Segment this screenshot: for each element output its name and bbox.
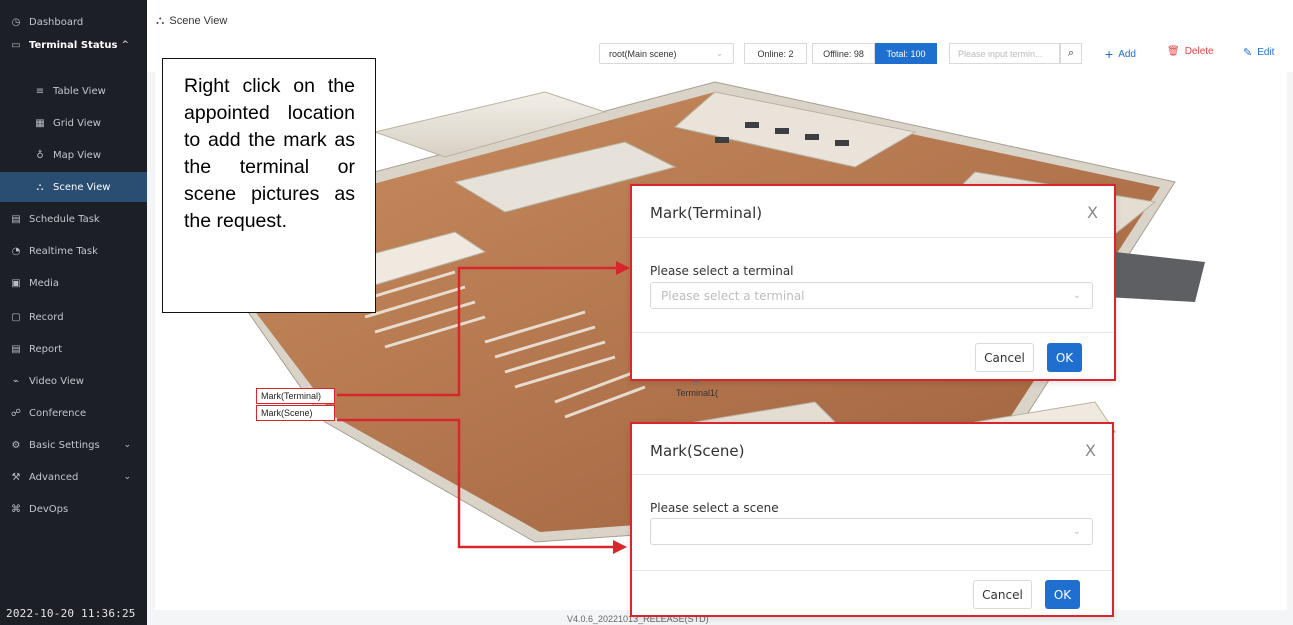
sidebar-item-realtime-task[interactable]: ◔ Realtime Task bbox=[0, 236, 147, 266]
chevron-down-icon: ⌄ bbox=[123, 472, 131, 482]
video-icon: ⌁ bbox=[12, 375, 20, 387]
chevron-down-icon: ⌄ bbox=[123, 440, 131, 450]
gear-icon: ⚙ bbox=[11, 439, 21, 451]
sidebar-item-label: Record bbox=[29, 311, 64, 323]
sidebar-item-terminal-status[interactable]: ▭ Terminal Status ^ bbox=[0, 30, 147, 60]
cancel-button[interactable]: Cancel bbox=[975, 343, 1034, 372]
clock-icon: ◔ bbox=[11, 245, 21, 257]
sidebar-item-media[interactable]: ▣ Media bbox=[0, 268, 147, 298]
total-filter[interactable]: Total: 100 bbox=[875, 43, 937, 64]
scene-icon: ⛬ bbox=[156, 13, 165, 27]
breadcrumb: ⛬ Scene View bbox=[156, 13, 227, 28]
page-title: Scene View bbox=[169, 14, 228, 27]
sidebar-item-label: Dashboard bbox=[29, 16, 84, 28]
sidebar-item-label: Advanced bbox=[29, 471, 79, 483]
sidebar-item-label: Basic Settings bbox=[29, 439, 100, 451]
map-icon: ♁ bbox=[36, 149, 44, 161]
chevron-up-icon: ^ bbox=[121, 40, 129, 50]
sidebar-item-devops[interactable]: ⌘ DevOps bbox=[0, 494, 147, 524]
sidebar-item-advanced[interactable]: ⚒ Advanced ⌄ bbox=[0, 462, 147, 492]
search-input[interactable]: Please input termin... bbox=[949, 43, 1060, 64]
chevron-down-icon: ⌄ bbox=[716, 49, 723, 58]
sidebar-item-label: Grid View bbox=[53, 117, 101, 129]
chevron-down-icon: ⌄ bbox=[1072, 526, 1081, 537]
delete-button-label: Delete bbox=[1184, 46, 1214, 57]
instruction-callout: Right click on the appointed location to… bbox=[162, 58, 376, 313]
media-icon: ▣ bbox=[11, 277, 21, 289]
dashboard-icon: ◷ bbox=[11, 16, 21, 28]
report-icon: ▤ bbox=[11, 343, 21, 355]
sidebar-item-grid-view[interactable]: ▦ Grid View bbox=[0, 108, 147, 138]
sidebar-item-conference[interactable]: ☍ Conference bbox=[0, 398, 147, 428]
dialog-divider bbox=[632, 332, 1114, 333]
search-icon[interactable]: ⌕ bbox=[1060, 43, 1082, 64]
calendar-icon: ▤ bbox=[11, 213, 21, 225]
terminal-select[interactable]: Please select a terminal ⌄ bbox=[650, 282, 1093, 309]
sidebar-item-label: Scene View bbox=[53, 181, 111, 193]
delete-button[interactable]: 🗑 Delete bbox=[1167, 46, 1214, 57]
sidebar-item-table-view[interactable]: ≡ Table View bbox=[0, 76, 147, 106]
add-button-label: Add bbox=[1118, 48, 1136, 60]
context-menu-mark-terminal[interactable]: Mark(Terminal) bbox=[256, 388, 335, 404]
scene-field-label: Please select a scene bbox=[650, 501, 779, 515]
sidebar-item-label: Realtime Task bbox=[29, 245, 98, 257]
scene-select[interactable]: root(Main scene) ⌄ bbox=[599, 43, 734, 64]
terminal-select-placeholder: Please select a terminal bbox=[661, 288, 805, 303]
online-filter[interactable]: Online: 2 bbox=[744, 43, 807, 64]
edit-button-label: Edit bbox=[1257, 47, 1275, 58]
dialog-divider bbox=[632, 237, 1114, 238]
dialog-divider bbox=[632, 474, 1112, 475]
terminal-field-label: Please select a terminal bbox=[650, 264, 794, 278]
list-icon: ≡ bbox=[35, 85, 45, 97]
sidebar-item-schedule-task[interactable]: ▤ Schedule Task bbox=[0, 204, 147, 234]
scene-select[interactable]: ⌄ bbox=[650, 518, 1093, 545]
dialog-divider bbox=[632, 570, 1112, 571]
sidebar-item-label: Report bbox=[29, 343, 63, 355]
advanced-icon: ⚒ bbox=[11, 471, 21, 483]
sidebar-item-label: Video View bbox=[29, 375, 84, 387]
context-menu-mark-scene[interactable]: Mark(Scene) bbox=[256, 405, 335, 421]
datetime-display: 2022-10-20 11:36:25 bbox=[6, 607, 136, 620]
dialog-title: Mark(Scene) bbox=[650, 442, 745, 460]
ok-button[interactable]: OK bbox=[1047, 343, 1082, 372]
cancel-button[interactable]: Cancel bbox=[973, 580, 1032, 609]
devops-icon: ⌘ bbox=[11, 503, 21, 515]
sidebar-item-scene-view[interactable]: ⛬ Scene View bbox=[0, 172, 147, 202]
sidebar-item-label: Map View bbox=[53, 149, 102, 161]
sidebar-item-label: Media bbox=[29, 277, 60, 289]
mark-scene-dialog: Mark(Scene) X Please select a scene ⌄ Ca… bbox=[630, 422, 1114, 617]
sidebar: ◷ Dashboard ▭ Terminal Status ^ ≡ Table View… bbox=[0, 0, 147, 625]
sidebar-item-report[interactable]: ▤ Report bbox=[0, 334, 147, 364]
edit-icon: ✎ bbox=[1243, 47, 1253, 59]
terminal-marker-label: Terminal1( bbox=[676, 388, 719, 398]
edit-button[interactable]: ✎ Edit bbox=[1243, 46, 1274, 59]
mark-terminal-dialog: Mark(Terminal) X Please select a termina… bbox=[630, 184, 1116, 381]
sidebar-item-label: Conference bbox=[29, 407, 87, 419]
sidebar-item-record[interactable]: ▢ Record bbox=[0, 302, 147, 332]
dialog-title: Mark(Terminal) bbox=[650, 204, 763, 222]
record-icon: ▢ bbox=[11, 311, 21, 323]
sidebar-item-label: Table View bbox=[53, 85, 106, 97]
grid-icon: ▦ bbox=[35, 117, 45, 129]
scene-icon: ⛬ bbox=[36, 181, 44, 193]
close-icon[interactable]: X bbox=[1087, 203, 1098, 222]
offline-filter[interactable]: Offline: 98 bbox=[812, 43, 875, 64]
sidebar-item-video-view[interactable]: ⌁ Video View bbox=[0, 366, 147, 396]
sidebar-item-map-view[interactable]: ♁ Map View bbox=[0, 140, 147, 170]
ok-button[interactable]: OK bbox=[1045, 580, 1080, 609]
close-icon[interactable]: X bbox=[1085, 441, 1096, 460]
sidebar-item-basic-settings[interactable]: ⚙ Basic Settings ⌄ bbox=[0, 430, 147, 460]
plus-icon: + bbox=[1105, 46, 1114, 62]
trash-icon: 🗑 bbox=[1167, 46, 1180, 57]
sidebar-item-label: Schedule Task bbox=[29, 213, 100, 225]
monitor-icon: ▭ bbox=[11, 39, 21, 51]
sidebar-item-label: DevOps bbox=[29, 503, 69, 515]
scene-select-value: root(Main scene) bbox=[609, 48, 677, 59]
conference-icon: ☍ bbox=[10, 407, 22, 419]
chevron-down-icon: ⌄ bbox=[1072, 290, 1081, 301]
add-button[interactable]: + Add bbox=[1105, 46, 1136, 62]
sidebar-item-label: Terminal Status bbox=[29, 39, 118, 51]
